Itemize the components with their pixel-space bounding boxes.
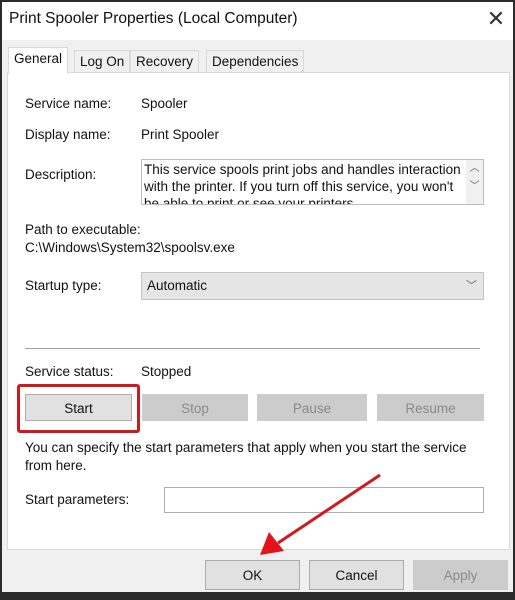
arrow-head [260, 532, 284, 555]
arrow-line [277, 473, 381, 545]
tab-general[interactable]: General [8, 47, 69, 74]
arrow-annotation [260, 473, 381, 555]
